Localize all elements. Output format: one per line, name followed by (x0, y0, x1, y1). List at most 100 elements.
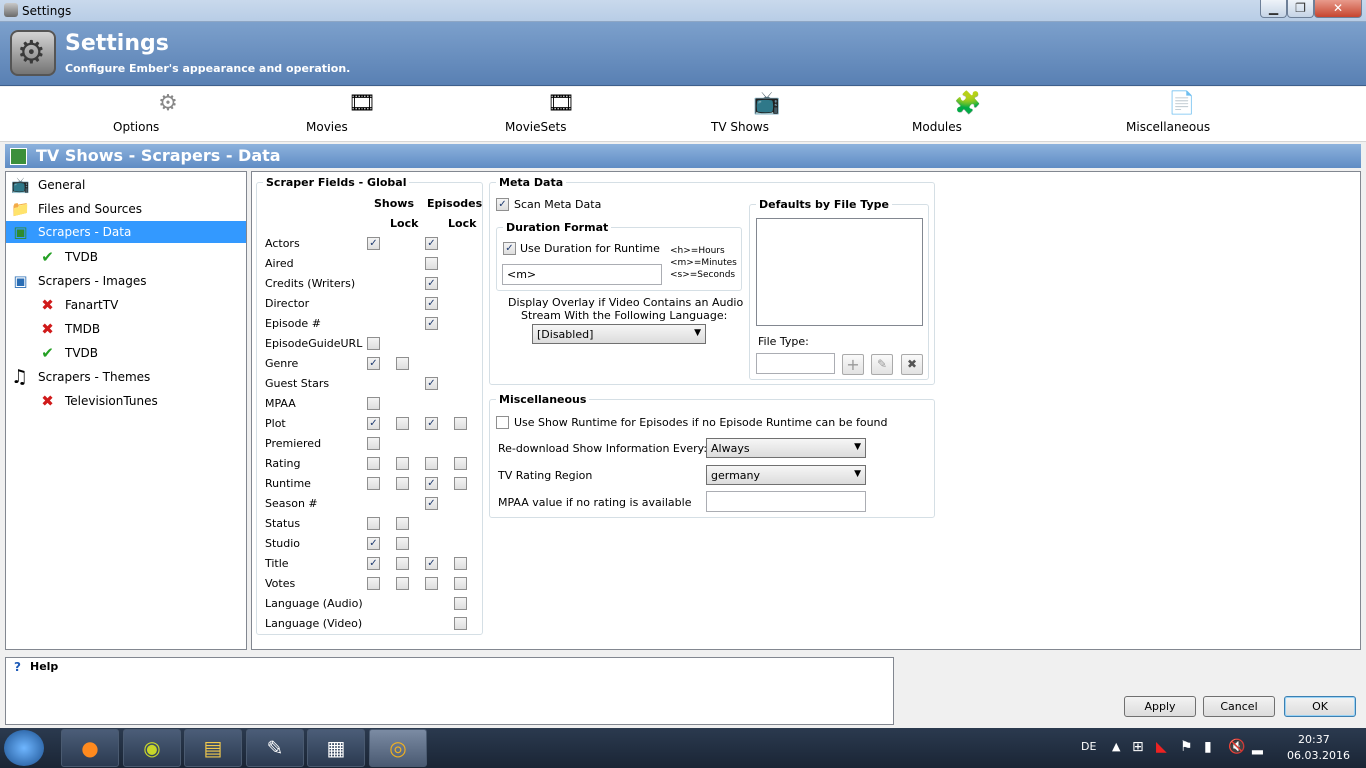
scraper-field-shows-lock-checkbox[interactable] (396, 557, 409, 570)
toolbar-moviesets[interactable]: 🎞 MovieSets (505, 91, 615, 134)
scraper-field-episodes-checkbox[interactable]: ✓ (425, 237, 438, 250)
scraper-field-episodes-checkbox[interactable]: ✓ (425, 297, 438, 310)
antivirus-icon[interactable]: ◣ (1156, 739, 1167, 755)
scraper-field-episodes-lock-checkbox[interactable] (454, 557, 467, 570)
scraper-field-shows-checkbox[interactable]: ✓ (367, 357, 380, 370)
scraper-field-shows-lock-checkbox[interactable] (396, 417, 409, 430)
scraper-field-shows-lock-checkbox[interactable] (396, 357, 409, 370)
close-button[interactable]: ✕ (1314, 0, 1362, 18)
tree-item-label: TelevisionTunes (65, 394, 158, 408)
scraper-field-episodes-checkbox[interactable]: ✓ (425, 277, 438, 290)
scraper-field-episodes-checkbox[interactable]: ✓ (425, 317, 438, 330)
tree-item-files-and-sources[interactable]: 📁 Files and Sources (6, 198, 246, 220)
apply-button[interactable]: Apply (1124, 696, 1196, 717)
edit-file-type-button[interactable]: ✎ (871, 354, 893, 375)
scraper-field-episodes-lock-checkbox[interactable] (454, 417, 467, 430)
taskbar-app-4[interactable]: ✎ (246, 729, 304, 767)
scraper-field-episodes-lock-checkbox[interactable] (454, 617, 467, 630)
windows-flag-icon[interactable]: ⊞ (1132, 739, 1144, 755)
maximize-button[interactable]: ❐ (1287, 0, 1314, 18)
toolbar-movies[interactable]: 🎞 Movies (306, 91, 416, 134)
scan-meta-data-checkbox[interactable]: ✓ (496, 198, 509, 211)
duration-format-input[interactable]: <m> (502, 264, 662, 285)
rating-region-select[interactable]: germany ▼ (706, 465, 866, 485)
scraper-field-shows-checkbox[interactable] (367, 337, 380, 350)
tree-item-televisiontunes[interactable]: ✖ TelevisionTunes (6, 390, 246, 412)
scraper-field-shows-checkbox[interactable]: ✓ (367, 237, 380, 250)
tree-item-general[interactable]: 📺 General (6, 174, 246, 196)
use-duration-checkbox[interactable]: ✓ (503, 242, 516, 255)
help-icon: ? (14, 660, 21, 674)
mpaa-default-input[interactable] (706, 491, 866, 512)
tree-item-scrapers-themes[interactable]: ♫ Scrapers - Themes (6, 366, 246, 388)
taskbar-app-5[interactable]: ▦ (307, 729, 365, 767)
tree-item-scrapers-images[interactable]: ▣ Scrapers - Images (6, 270, 246, 292)
language-indicator[interactable]: DE (1081, 740, 1096, 753)
scraper-field-episodes-lock-checkbox[interactable] (454, 577, 467, 590)
redownload-select[interactable]: Always ▼ (706, 438, 866, 458)
toolbar-options[interactable]: ⚙ Options (113, 91, 223, 134)
scraper-field-shows-checkbox[interactable] (367, 577, 380, 590)
overlay-language-select[interactable]: [Disabled] ▼ (532, 324, 706, 344)
taskbar-app-2[interactable]: ◉ (123, 729, 181, 767)
taskbar-ember[interactable]: ◎ (369, 729, 427, 767)
help-title: Help (30, 660, 59, 673)
device-icon[interactable]: ▮ (1204, 739, 1212, 755)
scraper-field-episodes-lock-checkbox[interactable] (454, 457, 467, 470)
add-file-type-button[interactable]: + (842, 354, 864, 375)
action-center-icon[interactable]: ⚑ (1180, 739, 1193, 755)
scraper-field-episodes-lock-checkbox[interactable] (454, 597, 467, 610)
tree-item-tvdb-images[interactable]: ✔ TVDB (6, 342, 246, 364)
toolbar-tvshows[interactable]: 📺 TV Shows (711, 91, 821, 134)
show-runtime-checkbox[interactable] (496, 416, 509, 429)
scraper-field-shows-lock-checkbox[interactable] (396, 577, 409, 590)
tree-item-fanarttv[interactable]: ✖ FanartTV (6, 294, 246, 316)
scraper-field-shows-checkbox[interactable] (367, 517, 380, 530)
clock-time[interactable]: 20:37 (1298, 733, 1330, 746)
scraper-field-shows-checkbox[interactable] (367, 397, 380, 410)
tree-item-tmdb[interactable]: ✖ TMDB (6, 318, 246, 340)
scraper-field-shows-checkbox[interactable]: ✓ (367, 557, 380, 570)
cancel-button[interactable]: Cancel (1203, 696, 1275, 717)
scraper-field-shows-checkbox[interactable] (367, 457, 380, 470)
scraper-field-episodes-checkbox[interactable]: ✓ (425, 557, 438, 570)
ok-button[interactable]: OK (1284, 696, 1356, 717)
minimize-button[interactable]: ▁ (1260, 0, 1287, 18)
toolbar-modules[interactable]: 🧩 Modules (912, 91, 1022, 134)
scraper-field-episodes-checkbox[interactable]: ✓ (425, 377, 438, 390)
scraper-field-shows-lock-checkbox[interactable] (396, 517, 409, 530)
scraper-field-episodes-checkbox[interactable]: ✓ (425, 497, 438, 510)
app-icon (4, 3, 18, 17)
scraper-field-label: MPAA (265, 397, 296, 410)
scraper-field-episodes-lock-checkbox[interactable] (454, 477, 467, 490)
clock-date[interactable]: 06.03.2016 (1287, 749, 1350, 762)
file-type-list[interactable] (756, 218, 923, 326)
scraper-field-episodes-checkbox[interactable]: ✓ (425, 477, 438, 490)
tree-item-scrapers-data[interactable]: ▣ Scrapers - Data (6, 221, 246, 243)
remove-file-type-button[interactable]: ✖ (901, 354, 923, 375)
scraper-field-episodes-checkbox[interactable] (425, 257, 438, 270)
taskbar-explorer[interactable]: ▤ (184, 729, 242, 767)
tree-item-tvdb-data[interactable]: ✔ TVDB (6, 246, 246, 268)
scraper-field-shows-lock-checkbox[interactable] (396, 477, 409, 490)
scraper-field-episodes-checkbox[interactable]: ✓ (425, 417, 438, 430)
tv-icon: 📺 (11, 176, 30, 194)
volume-muted-icon[interactable]: 🔇 (1228, 739, 1245, 755)
scraper-field-shows-checkbox[interactable]: ✓ (367, 537, 380, 550)
network-signal-icon[interactable]: ▂ (1252, 739, 1263, 755)
taskbar-firefox[interactable]: ● (61, 729, 119, 767)
scraper-field-shows-checkbox[interactable] (367, 477, 380, 490)
scraper-field-shows-lock-checkbox[interactable] (396, 537, 409, 550)
scraper-field-shows-checkbox[interactable]: ✓ (367, 417, 380, 430)
tray-expand-icon[interactable]: ▲ (1112, 740, 1120, 753)
check-icon: ✔ (41, 344, 54, 362)
scraper-field-shows-checkbox[interactable] (367, 437, 380, 450)
scraper-field-shows-lock-checkbox[interactable] (396, 457, 409, 470)
scraper-field-episodes-checkbox[interactable] (425, 577, 438, 590)
toolbar-miscellaneous[interactable]: 📄 Miscellaneous (1126, 91, 1236, 134)
toolbar-moviesets-label: MovieSets (505, 120, 567, 134)
file-type-input[interactable] (756, 353, 835, 374)
scraper-field-episodes-checkbox[interactable] (425, 457, 438, 470)
delete-icon: ✖ (906, 357, 918, 371)
start-button[interactable] (4, 730, 44, 766)
